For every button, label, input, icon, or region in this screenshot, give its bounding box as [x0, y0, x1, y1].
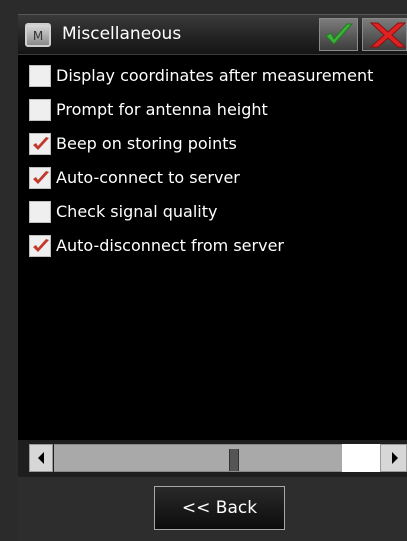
checkbox-checked[interactable] — [29, 133, 51, 155]
option-label: Auto-connect to server — [56, 168, 240, 187]
svg-text:M: M — [33, 29, 43, 41]
option-label: Beep on storing points — [56, 134, 237, 153]
scroll-thumb[interactable] — [229, 449, 239, 471]
option-prompt-antenna-height[interactable]: Prompt for antenna height — [29, 97, 407, 123]
checkmark-icon — [33, 137, 49, 150]
horizontal-scrollbar[interactable] — [18, 440, 407, 477]
checkmark-icon — [33, 239, 49, 252]
scroll-left-button[interactable] — [29, 444, 53, 472]
scroll-right-button[interactable] — [380, 444, 407, 472]
dialog-window: M Miscellaneous Display coordinates afte… — [0, 0, 407, 541]
checkbox-checked[interactable] — [29, 235, 51, 257]
footer-bar: << Back — [18, 477, 407, 541]
option-auto-connect[interactable]: Auto-connect to server — [29, 165, 407, 191]
arrow-left-icon — [38, 452, 44, 464]
title-bar: M Miscellaneous — [18, 14, 407, 54]
option-label: Display coordinates after measurement — [56, 66, 374, 85]
checkmark-icon — [324, 23, 353, 45]
scroll-track-end[interactable] — [342, 444, 380, 472]
back-button[interactable]: << Back — [154, 486, 285, 530]
checkbox-checked[interactable] — [29, 167, 51, 189]
option-label: Check signal quality — [56, 202, 218, 221]
option-display-coordinates[interactable]: Display coordinates after measurement — [29, 63, 407, 89]
window-title: Miscellaneous — [62, 24, 182, 44]
cancel-button[interactable] — [362, 18, 407, 51]
option-auto-disconnect[interactable]: Auto-disconnect from server — [29, 233, 407, 259]
back-button-label: << Back — [181, 498, 258, 518]
option-check-signal-quality[interactable]: Check signal quality — [29, 199, 407, 225]
app-logo-icon: M — [25, 23, 51, 47]
checkbox-unchecked[interactable] — [29, 201, 51, 223]
ok-button[interactable] — [319, 18, 358, 51]
option-label: Auto-disconnect from server — [56, 236, 284, 255]
option-label: Prompt for antenna height — [56, 100, 268, 119]
checkbox-unchecked[interactable] — [29, 99, 51, 121]
checkmark-icon — [33, 171, 49, 184]
close-icon — [369, 22, 406, 48]
option-beep-storing-points[interactable]: Beep on storing points — [29, 131, 407, 157]
checkbox-unchecked[interactable] — [29, 65, 51, 87]
options-list: Display coordinates after measurement Pr… — [18, 54, 407, 441]
arrow-right-icon — [392, 452, 398, 464]
scroll-track[interactable] — [54, 444, 342, 472]
